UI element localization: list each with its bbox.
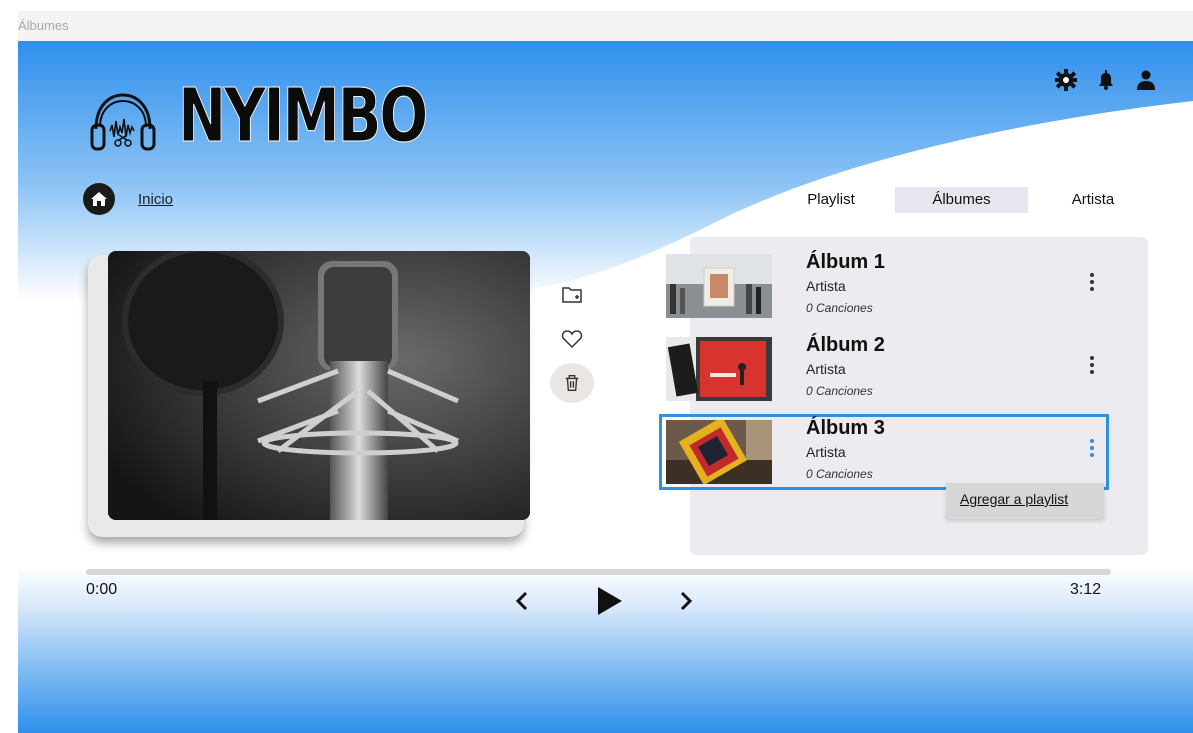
favorite-button[interactable] (550, 319, 594, 359)
album-1-artist: Artista (806, 278, 846, 294)
total-time: 3:12 (1070, 581, 1102, 598)
bell-icon[interactable] (1095, 69, 1117, 91)
breadcrumb-home-link[interactable]: Inicio (138, 191, 173, 208)
album-row-1[interactable]: Álbum 1 Artista 0 Canciones (662, 251, 1106, 321)
delete-button[interactable] (550, 363, 594, 403)
album-2-artist: Artista (806, 361, 846, 377)
album-2-thumbnail (666, 337, 772, 401)
tab-artista[interactable]: Artista (1056, 187, 1130, 213)
album-3-artist: Artista (806, 444, 846, 460)
headphones-logo-icon (90, 93, 156, 151)
header-actions (1055, 69, 1157, 91)
add-folder-icon (562, 287, 582, 303)
album-1-more-button[interactable] (1088, 273, 1096, 297)
brand-logo-text: NYIMBO (178, 73, 429, 159)
heart-icon (561, 330, 583, 349)
context-menu-add-to-playlist[interactable]: Agregar a playlist (960, 491, 1068, 507)
album-3-more-button[interactable] (1088, 439, 1096, 463)
app-canvas: NYIMBO Inicio Playlist Álbumes Artista Á… (18, 41, 1193, 733)
chevron-right-icon (680, 591, 693, 611)
next-button[interactable] (678, 589, 694, 618)
add-to-folder-button[interactable] (550, 275, 594, 315)
play-icon (598, 587, 622, 615)
gear-icon[interactable] (1055, 69, 1077, 91)
tab-playlist[interactable]: Playlist (788, 187, 874, 213)
album-3-thumbnail (666, 420, 772, 484)
album-1-thumbnail (666, 254, 772, 318)
album-1-title: Álbum 1 (806, 251, 885, 273)
progress-bar[interactable] (86, 569, 1111, 575)
trash-icon (565, 374, 579, 392)
window-titlebar (18, 11, 1193, 41)
home-button[interactable] (83, 183, 115, 215)
album-2-more-button[interactable] (1088, 356, 1096, 380)
album-cover-image (108, 251, 530, 520)
album-3-song-count: 0 Canciones (806, 467, 873, 481)
album-row-3[interactable]: Álbum 3 Artista 0 Canciones (659, 414, 1109, 490)
album-row-2[interactable]: Álbum 2 Artista 0 Canciones (662, 334, 1106, 404)
chevron-left-icon (515, 591, 528, 611)
previous-button[interactable] (514, 589, 530, 618)
play-button[interactable] (596, 585, 624, 622)
album-1-song-count: 0 Canciones (806, 301, 873, 315)
view-tabs: Playlist Álbumes Artista (788, 187, 1138, 215)
tab-albumes[interactable]: Álbumes (895, 187, 1028, 213)
album-2-title: Álbum 2 (806, 334, 885, 356)
home-icon (91, 192, 107, 206)
context-menu: Agregar a playlist (946, 483, 1104, 519)
window-title: Álbumes (18, 18, 69, 33)
current-time: 0:00 (86, 581, 118, 598)
album-3-title: Álbum 3 (806, 417, 885, 439)
album-2-song-count: 0 Canciones (806, 384, 873, 398)
user-icon[interactable] (1135, 69, 1157, 91)
